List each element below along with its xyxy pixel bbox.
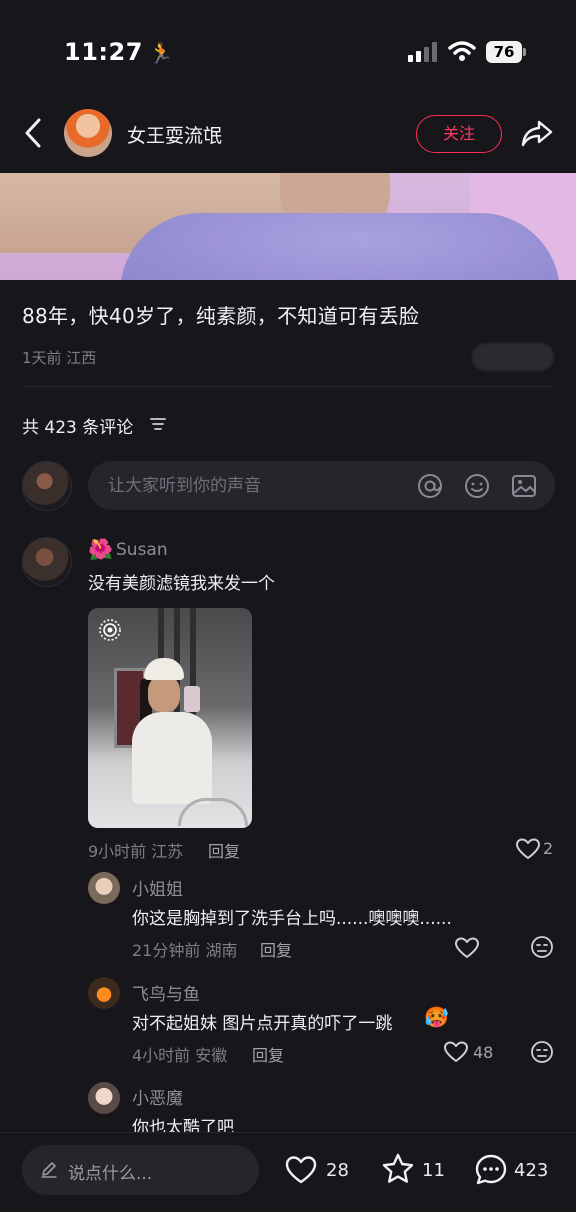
reply-avatar[interactable] (88, 872, 120, 904)
dislike-face-icon[interactable] (530, 935, 554, 959)
photo-fleece (120, 213, 560, 280)
favorites-count: 11 (422, 1160, 445, 1181)
post-meta: 1天前 江西 (22, 349, 97, 367)
reply-meta: 21分钟前 湖南 (132, 941, 238, 960)
reply-text: 你这是胸掉到了洗手台上吗......噢噢噢...... (132, 909, 452, 929)
photo-face (148, 676, 180, 712)
heart-icon[interactable] (443, 1040, 469, 1064)
mention-icon[interactable] (416, 472, 444, 500)
running-icon: 🏃 (148, 41, 175, 65)
bottom-input-placeholder[interactable]: 说点什么... (68, 1159, 152, 1184)
follow-button[interactable]: 关注 (416, 115, 502, 153)
heart-icon[interactable] (284, 1154, 318, 1186)
wifi-icon (448, 41, 476, 61)
author-avatar[interactable] (64, 109, 112, 157)
reply-button[interactable]: 回复 (208, 838, 240, 862)
reply-meta: 4小时前 安徽 (132, 1046, 228, 1065)
image-icon[interactable] (510, 472, 538, 500)
reply-text: 对不起姐妹 图片点开真的吓了一跳 (132, 1014, 393, 1034)
comment-meta: 9小时前 江苏 (88, 842, 184, 861)
photo-phone (184, 686, 200, 712)
battery-tip (523, 48, 526, 56)
comment-text: 没有美颜滤镜我来发一个 (88, 574, 275, 594)
reply-button[interactable]: 回复 (260, 937, 292, 961)
pencil-icon (41, 1162, 57, 1178)
back-arrow-icon[interactable] (20, 116, 48, 150)
comment-avatar[interactable] (22, 537, 72, 587)
status-time: 11:27 🏃 (64, 38, 174, 66)
reply-button[interactable]: 回复 (252, 1042, 284, 1066)
reply-username[interactable]: 小恶魔 (132, 1084, 183, 1109)
post-photo[interactable] (0, 173, 576, 280)
like-count: 48 (473, 1043, 494, 1062)
like-count: 2 (543, 839, 554, 858)
reply-avatar[interactable] (88, 1082, 120, 1114)
author-name[interactable]: 女王耍流氓 (127, 121, 222, 148)
heart-icon[interactable] (454, 936, 480, 960)
dislike-face-icon[interactable] (530, 1040, 554, 1064)
cellular-signal-icon (408, 42, 437, 62)
blurred-badge (472, 343, 554, 371)
share-icon[interactable] (520, 116, 554, 150)
status-time-text: 11:27 (64, 38, 143, 66)
comment-bubble-icon[interactable] (474, 1153, 508, 1187)
sort-icon[interactable] (149, 415, 167, 433)
emoji-icon[interactable] (463, 472, 491, 500)
comments-total: 423 (514, 1160, 549, 1181)
battery-level: 76 (486, 41, 522, 63)
photo-person (126, 658, 218, 808)
live-photo-icon (99, 619, 121, 641)
my-avatar (22, 461, 72, 511)
reply-username[interactable]: 飞鸟与鱼 (132, 980, 200, 1005)
post-caption: 88年，快40岁了，纯素颜，不知道可有丢脸 (22, 304, 420, 328)
heart-icon[interactable] (515, 837, 541, 861)
hot-face-emoji: 🥵 (424, 1005, 449, 1029)
flower-emoji: 🌺 (88, 537, 113, 561)
star-icon[interactable] (381, 1152, 415, 1186)
reply-avatar[interactable] (88, 977, 120, 1009)
comments-count: 共 423 条评论 (22, 418, 134, 438)
comment-input[interactable] (108, 461, 408, 510)
comment-username[interactable]: Susan (116, 540, 168, 560)
photo-hat (144, 658, 184, 680)
likes-count: 28 (326, 1160, 349, 1181)
photo-body (132, 712, 212, 804)
reply-username[interactable]: 小姐姐 (132, 875, 183, 900)
divider (22, 386, 554, 387)
